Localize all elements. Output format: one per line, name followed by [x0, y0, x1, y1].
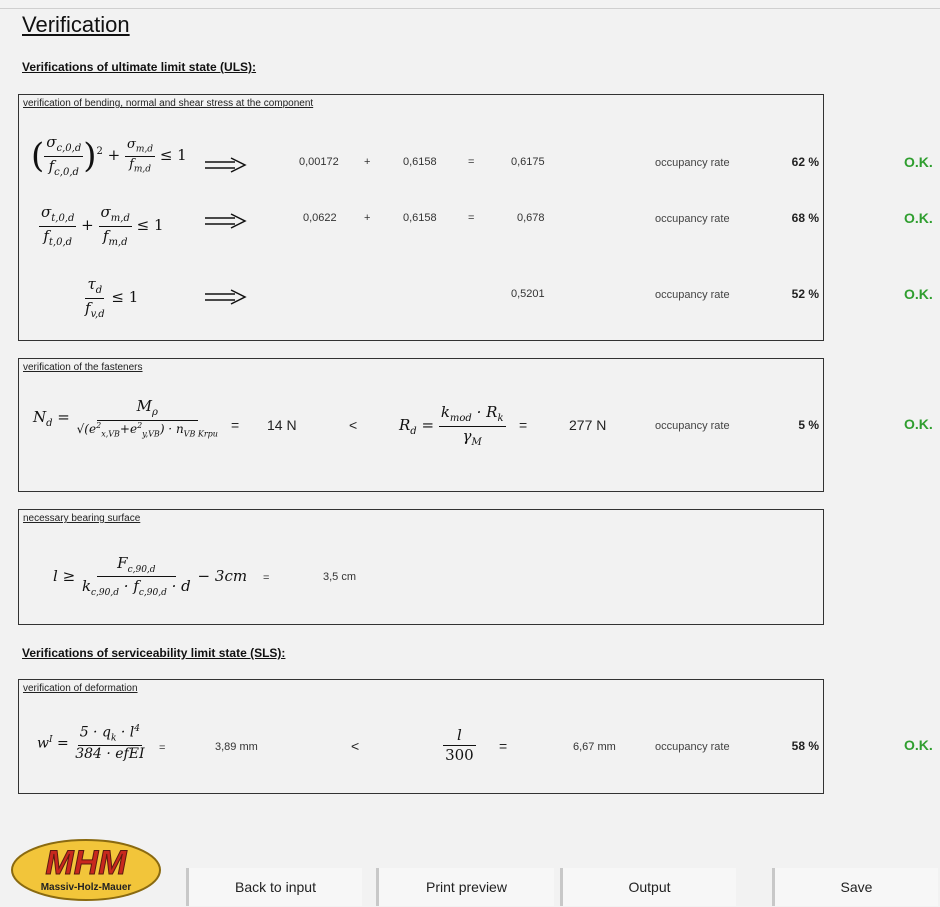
rd-value: 277 N [569, 417, 607, 433]
row1-result: 0,6175 [511, 156, 545, 168]
deflection-value: 3,89 mm [215, 741, 258, 753]
row1-term-a: 0,00172 [299, 156, 339, 168]
save-button[interactable]: Save [772, 868, 938, 906]
bearing-equals: = [263, 572, 270, 584]
formula-shear: τd fv,d ≤ 1 [85, 275, 139, 320]
deformation-status: O.K. [904, 737, 933, 753]
logo-text: MHM [45, 844, 127, 882]
row2-rate-label: occupancy rate [655, 213, 730, 225]
sls-heading: Verifications of serviceability limit st… [22, 646, 286, 660]
implies-arrow-icon [205, 213, 247, 229]
bending-stress-box: verification of bending, normal and shea… [18, 94, 824, 341]
nd-equals: = [231, 417, 240, 433]
less-than-sign: < [349, 417, 358, 433]
row1-term-b: 0,6158 [403, 156, 437, 168]
nd-value: 14 N [267, 417, 297, 433]
row2-result: 0,678 [517, 212, 545, 224]
row1-status: O.K. [904, 154, 933, 170]
formula-tension-bending: σt,0,d ft,0,d + σm,d fm,d ≤ 1 [39, 203, 164, 248]
bending-stress-label: verification of bending, normal and shea… [23, 98, 314, 109]
row1-equals: = [468, 156, 475, 168]
row3-status: O.K. [904, 286, 933, 302]
bearing-surface-box: necessary bearing surface l ≥ Fc,90,d kc,… [18, 509, 824, 625]
row2-rate: 68 % [791, 211, 819, 225]
row1-plus: + [364, 156, 371, 168]
row2-status: O.K. [904, 210, 933, 226]
less-than-sign: < [351, 738, 360, 754]
fastener-rate-label: occupancy rate [655, 420, 730, 432]
row2-term-b: 0,6158 [403, 212, 437, 224]
row2-plus: + [364, 212, 371, 224]
implies-arrow-icon [205, 289, 247, 305]
formula-nd: Nd = Mρ √(e2x,VB+e2y,VB) · nVB Krpu [33, 397, 218, 438]
formula-compression-bending: (σc,0,d fc,0,d)2 + σm,d fm,d ≤ 1 [31, 133, 187, 178]
formula-limit: l 300 [443, 726, 476, 765]
formula-rd: Rd = kmod · Rk γM [399, 403, 506, 448]
row3-rate-label: occupancy rate [655, 289, 730, 301]
limit-equals: = [499, 738, 508, 754]
row1-rate: 62 % [791, 155, 819, 169]
fasteners-box: verification of the fasteners Nd = Mρ √(e… [18, 358, 824, 492]
formula-deflection: wI = 5 · qk · l4 384 · efEI [37, 724, 145, 762]
row2-term-a: 0,0622 [303, 212, 337, 224]
row2-equals: = [468, 212, 475, 224]
row3-rate: 52 % [791, 287, 819, 301]
page-title: Verification [22, 12, 130, 37]
back-to-input-button[interactable]: Back to input [186, 868, 362, 906]
mhm-logo: MHM Massiv-Holz-Mauer [11, 839, 161, 901]
limit-value: 6,67 mm [573, 741, 616, 753]
uls-heading: Verifications of ultimate limit state (U… [22, 60, 257, 74]
deflection-equals: = [159, 742, 166, 754]
print-preview-button[interactable]: Print preview [376, 868, 554, 906]
deformation-rate-label: occupancy rate [655, 741, 730, 753]
deformation-label: verification of deformation [23, 683, 138, 694]
rd-equals: = [519, 417, 528, 433]
logo-subtext: Massiv-Holz-Mauer [41, 882, 132, 893]
output-button[interactable]: Output [560, 868, 736, 906]
bearing-value: 3,5 cm [323, 571, 357, 583]
formula-bearing-length: l ≥ Fc,90,d kc,90,d · fc,90,d · d − 3cm [53, 554, 248, 599]
fasteners-label: verification of the fasteners [23, 362, 143, 373]
fastener-rate: 5 % [798, 418, 819, 432]
deformation-box: verification of deformation wI = 5 · qk … [18, 679, 824, 794]
row3-result: 0,5201 [511, 288, 545, 300]
fastener-status: O.K. [904, 416, 933, 432]
row1-rate-label: occupancy rate [655, 157, 730, 169]
implies-arrow-icon [205, 157, 247, 173]
bearing-surface-label: necessary bearing surface [23, 513, 141, 524]
deformation-rate: 58 % [791, 739, 819, 753]
top-divider [0, 8, 940, 9]
